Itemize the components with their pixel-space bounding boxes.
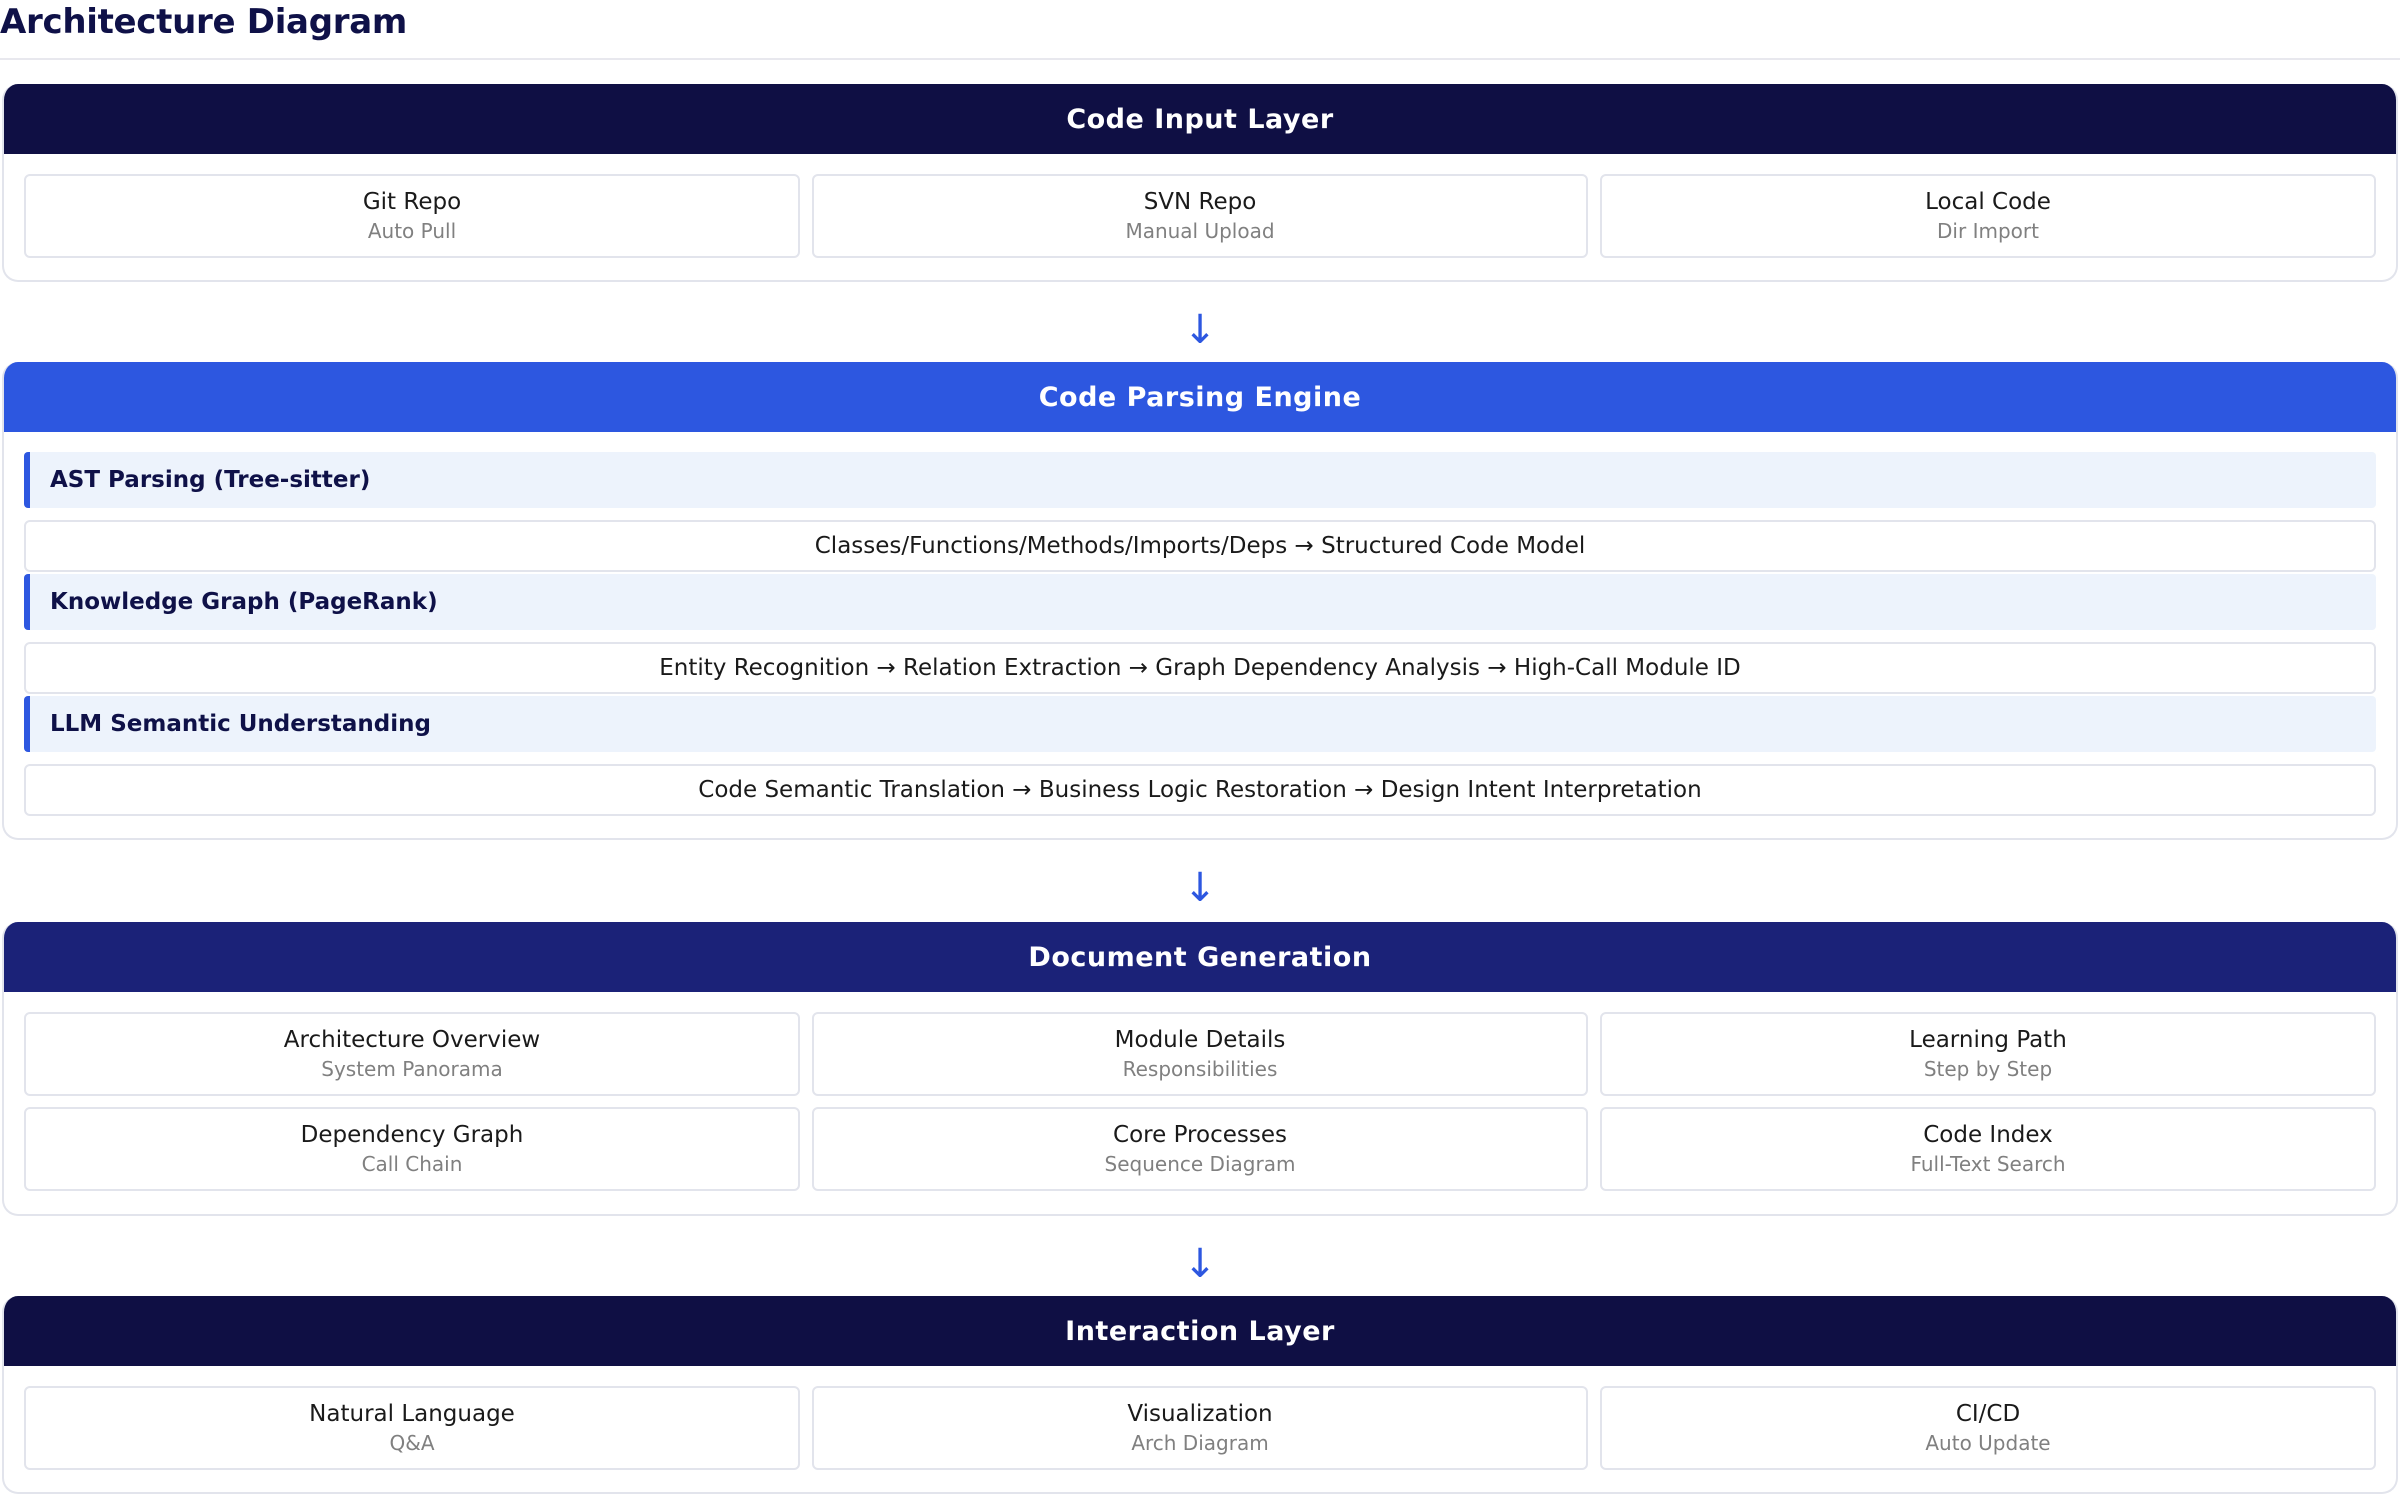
interaction-card-visualization: Visualization Arch Diagram xyxy=(812,1386,1588,1470)
card-subtitle: System Panorama xyxy=(321,1057,503,1081)
llm-semantic-heading: LLM Semantic Understanding xyxy=(24,696,2376,752)
input-card-git-repo: Git Repo Auto Pull xyxy=(24,174,800,258)
card-title: Learning Path xyxy=(1909,1027,2067,1053)
code-input-layer: Code Input Layer Git Repo Auto Pull SVN … xyxy=(2,84,2398,282)
card-subtitle: Sequence Diagram xyxy=(1104,1152,1296,1176)
card-title: CI/CD xyxy=(1955,1401,2021,1427)
ast-parsing-flow: Classes/Functions/Methods/Imports/Deps →… xyxy=(24,520,2376,572)
interaction-card-natural-language: Natural Language Q&A xyxy=(24,1386,800,1470)
interaction-card-ci-cd: CI/CD Auto Update xyxy=(1600,1386,2376,1470)
llm-semantic-flow: Code Semantic Translation → Business Log… xyxy=(24,764,2376,816)
card-subtitle: Responsibilities xyxy=(1122,1057,1278,1081)
card-title: Dependency Graph xyxy=(300,1122,524,1148)
code-parsing-engine: Code Parsing Engine AST Parsing (Tree-si… xyxy=(2,362,2398,840)
input-card-local-code: Local Code Dir Import xyxy=(1600,174,2376,258)
ast-parsing-heading: AST Parsing (Tree-sitter) xyxy=(24,452,2376,508)
doc-card-module-details: Module Details Responsibilities xyxy=(812,1012,1588,1096)
card-subtitle: Auto Pull xyxy=(367,219,457,243)
card-title: Git Repo xyxy=(362,189,462,215)
page-title: Architecture Diagram xyxy=(0,2,407,42)
input-card-svn-repo: SVN Repo Manual Upload xyxy=(812,174,1588,258)
interaction-layer-header: Interaction Layer xyxy=(4,1296,2396,1366)
card-subtitle: Manual Upload xyxy=(1125,219,1275,243)
card-title: Core Processes xyxy=(1113,1122,1287,1148)
document-generation: Document Generation Architecture Overvie… xyxy=(2,922,2398,1216)
card-subtitle: Arch Diagram xyxy=(1131,1431,1269,1455)
document-generation-header: Document Generation xyxy=(4,922,2396,992)
card-title: Visualization xyxy=(1127,1401,1273,1427)
card-subtitle: Auto Update xyxy=(1925,1431,2051,1455)
flow-down-arrow-icon: ↓ xyxy=(1183,307,1217,353)
flow-down-arrow-icon: ↓ xyxy=(1183,865,1217,911)
code-parsing-engine-header: Code Parsing Engine xyxy=(4,362,2396,432)
doc-card-learning-path: Learning Path Step by Step xyxy=(1600,1012,2376,1096)
card-title: Architecture Overview xyxy=(283,1027,541,1053)
doc-card-core-processes: Core Processes Sequence Diagram xyxy=(812,1107,1588,1191)
knowledge-graph-heading: Knowledge Graph (PageRank) xyxy=(24,574,2376,630)
card-subtitle: Dir Import xyxy=(1937,219,2039,243)
card-title: Module Details xyxy=(1114,1027,1286,1053)
card-subtitle: Q&A xyxy=(389,1431,435,1455)
code-input-layer-header: Code Input Layer xyxy=(4,84,2396,154)
knowledge-graph-flow: Entity Recognition → Relation Extraction… xyxy=(24,642,2376,694)
title-divider xyxy=(0,58,2400,60)
interaction-layer: Interaction Layer Natural Language Q&A V… xyxy=(2,1296,2398,1494)
card-title: Natural Language xyxy=(309,1401,515,1427)
card-title: Code Index xyxy=(1923,1122,2053,1148)
card-subtitle: Full-Text Search xyxy=(1910,1152,2066,1176)
card-title: Local Code xyxy=(1925,189,2051,215)
card-subtitle: Call Chain xyxy=(361,1152,463,1176)
doc-card-dependency-graph: Dependency Graph Call Chain xyxy=(24,1107,800,1191)
card-title: SVN Repo xyxy=(1143,189,1257,215)
card-subtitle: Step by Step xyxy=(1923,1057,2053,1081)
doc-card-code-index: Code Index Full-Text Search xyxy=(1600,1107,2376,1191)
flow-down-arrow-icon: ↓ xyxy=(1183,1241,1217,1287)
doc-card-architecture-overview: Architecture Overview System Panorama xyxy=(24,1012,800,1096)
